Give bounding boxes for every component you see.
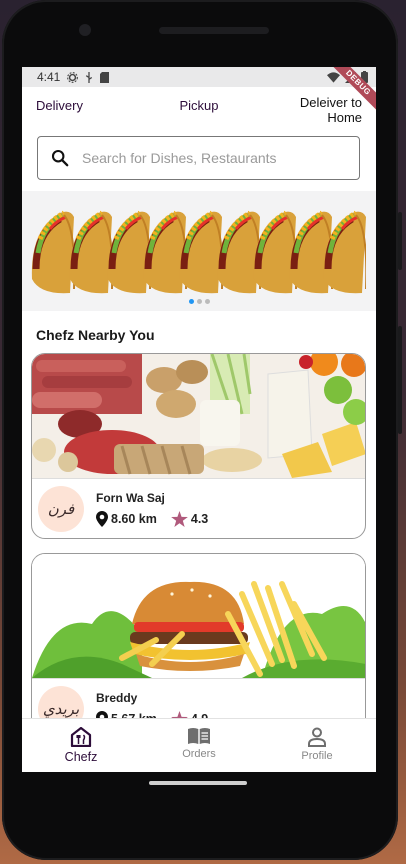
section-title: Chefz Nearby You bbox=[36, 327, 155, 343]
star-icon bbox=[171, 510, 188, 527]
app-screen: 4:41 DEBUG Delivery Pickup Deleiver to H… bbox=[22, 67, 376, 772]
location-pin-icon bbox=[96, 510, 108, 527]
tab-chefz[interactable]: Chefz bbox=[22, 719, 140, 772]
tab-orders[interactable]: Orders bbox=[140, 719, 258, 772]
carousel-indicator bbox=[22, 299, 376, 304]
restaurant-distance: 8.60 km bbox=[111, 511, 157, 526]
wifi-icon bbox=[327, 71, 340, 83]
deliver-to-home-selector[interactable]: Deleiver to Home bbox=[253, 95, 362, 125]
tab-orders-label: Orders bbox=[182, 748, 216, 760]
restaurant-cover-image bbox=[32, 554, 365, 678]
search-bar[interactable]: Search for Dishes, Restaurants bbox=[37, 136, 360, 180]
chef-home-icon bbox=[70, 727, 92, 747]
promo-carousel[interactable] bbox=[22, 191, 376, 311]
pickup-tab[interactable]: Pickup bbox=[145, 98, 254, 113]
sd-card-icon bbox=[100, 71, 110, 83]
power-button bbox=[398, 326, 402, 434]
front-camera bbox=[79, 24, 91, 36]
home-label: Home bbox=[327, 110, 363, 125]
settings-icon bbox=[67, 71, 79, 83]
delivery-options: Delivery Pickup Deleiver to Home bbox=[22, 87, 376, 129]
tab-chefz-label: Chefz bbox=[64, 750, 98, 764]
restaurant-name: Breddy bbox=[96, 690, 138, 705]
home-indicator[interactable] bbox=[149, 781, 247, 785]
status-bar: 4:41 DEBUG bbox=[22, 67, 376, 116]
restaurant-card[interactable]: ﺑﺮﻳﺪﻱ Breddy 5.67 km 4.9 bbox=[31, 553, 366, 739]
status-time: 4:41 bbox=[37, 70, 61, 84]
tab-profile-label: Profile bbox=[301, 750, 333, 762]
person-icon bbox=[308, 727, 326, 747]
phone-frame: 4:41 DEBUG Delivery Pickup Deleiver to H… bbox=[2, 0, 402, 860]
earpiece bbox=[159, 27, 269, 34]
restaurant-info: ﻓﺮﻥ Forn Wa Saj 8.60 km 4.3 bbox=[32, 478, 365, 538]
restaurant-name: Forn Wa Saj bbox=[96, 490, 165, 505]
menu-book-icon bbox=[188, 728, 210, 744]
restaurant-rating: 4.3 bbox=[190, 511, 209, 526]
volume-button bbox=[398, 212, 402, 270]
delivery-tab[interactable]: Delivery bbox=[36, 98, 145, 113]
usb-icon bbox=[86, 71, 93, 83]
tab-profile[interactable]: Profile bbox=[258, 719, 376, 772]
search-icon bbox=[51, 149, 69, 167]
burger-image bbox=[32, 554, 365, 678]
restaurant-logo: ﻓﺮﻥ bbox=[38, 485, 84, 532]
carousel-dot[interactable] bbox=[204, 299, 210, 304]
tacos-banner-image bbox=[31, 199, 366, 295]
restaurant-card[interactable]: ﻓﺮﻥ Forn Wa Saj 8.60 km 4.3 bbox=[31, 353, 366, 539]
carousel-dot[interactable] bbox=[196, 299, 202, 304]
carousel-dot[interactable] bbox=[188, 299, 194, 304]
restaurant-cover-image bbox=[32, 354, 365, 478]
deliver-to-label: Deleiver to bbox=[299, 95, 363, 110]
search-placeholder: Search for Dishes, Restaurants bbox=[82, 150, 277, 166]
grocery-image bbox=[32, 354, 365, 478]
bottom-navigation: Chefz Orders Profile bbox=[22, 718, 376, 772]
